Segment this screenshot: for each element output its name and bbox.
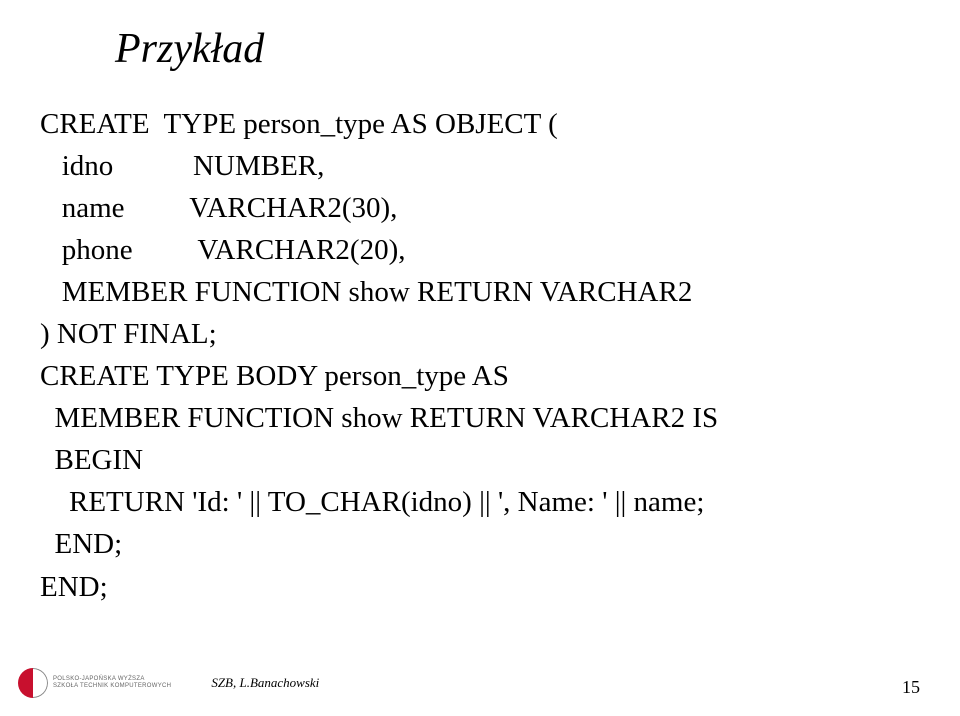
code-line: name VARCHAR2(30), [40, 192, 397, 224]
code-line: ) NOT FINAL; [40, 318, 217, 350]
code-line: CREATE TYPE person_type AS OBJECT ( [40, 108, 558, 140]
page-number: 15 [902, 677, 920, 698]
logo-text-line1: POLSKO-JAPOŃSKA WYŻSZA [53, 676, 171, 683]
slide-footer: POLSKO-JAPOŃSKA WYŻSZA SZKOŁA TECHNIK KO… [0, 668, 960, 698]
code-example: CREATE TYPE person_type AS OBJECT ( idno… [40, 103, 920, 608]
institution-logo: POLSKO-JAPOŃSKA WYŻSZA SZKOŁA TECHNIK KO… [18, 668, 171, 698]
code-line: END; [40, 528, 122, 560]
slide-title: Przykład [115, 25, 920, 73]
footer-left-group: POLSKO-JAPOŃSKA WYŻSZA SZKOŁA TECHNIK KO… [18, 668, 319, 698]
code-line: idno NUMBER, [40, 150, 324, 182]
slide-container: Przykład CREATE TYPE person_type AS OBJE… [0, 0, 960, 716]
logo-circle-icon [18, 668, 48, 698]
logo-institution-name: POLSKO-JAPOŃSKA WYŻSZA SZKOŁA TECHNIK KO… [53, 676, 171, 689]
code-line: CREATE TYPE BODY person_type AS [40, 360, 509, 392]
code-line: MEMBER FUNCTION show RETURN VARCHAR2 [40, 276, 692, 308]
code-line: RETURN 'Id: ' || TO_CHAR(idno) || ', Nam… [40, 486, 704, 518]
code-line: MEMBER FUNCTION show RETURN VARCHAR2 IS [40, 402, 718, 434]
logo-text-line2: SZKOŁA TECHNIK KOMPUTEROWYCH [53, 683, 171, 690]
code-line: BEGIN [40, 444, 143, 476]
code-line: phone VARCHAR2(20), [40, 234, 405, 266]
footer-author: SZB, L.Banachowski [211, 675, 319, 691]
code-line: END; [40, 571, 108, 603]
